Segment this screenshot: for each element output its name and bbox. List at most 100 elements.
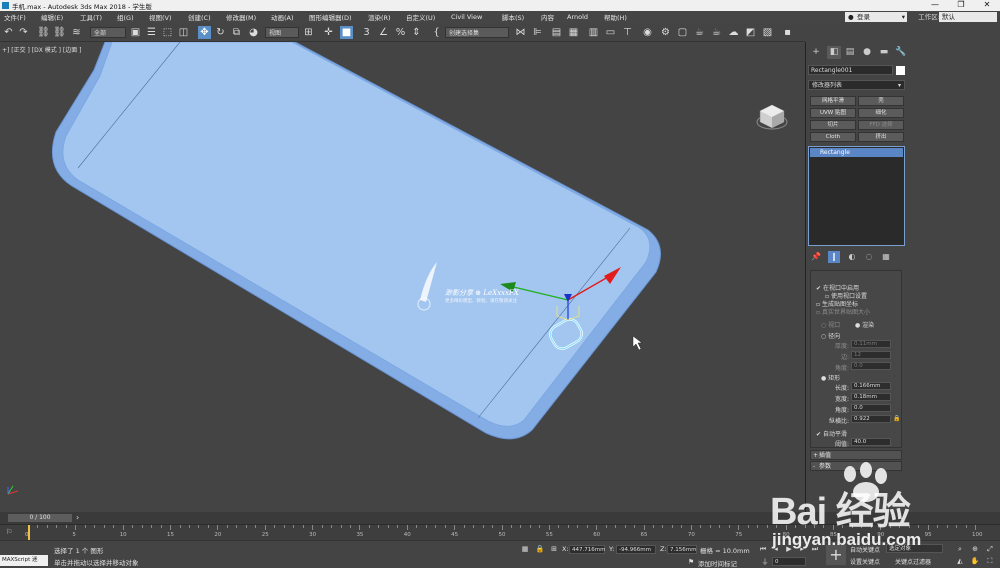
edit-named-selection-icon[interactable]: { — [430, 26, 443, 39]
track-bar-filter-icon[interactable]: ⚐ — [6, 528, 12, 536]
absolute-mode-icon[interactable]: ⊞ — [549, 544, 559, 554]
rendered-frame-window-icon[interactable]: ▢ — [676, 26, 689, 39]
modifier-list-dropdown[interactable]: 修改器列表 ▾ — [808, 80, 905, 90]
snaps-toggle-icon[interactable]: 3 — [360, 26, 373, 39]
menu-file[interactable]: 文件(F) — [4, 12, 26, 22]
length-spinner[interactable]: 0.166mm — [851, 382, 891, 390]
rectangular-radio[interactable]: ● 矩形 — [821, 373, 840, 382]
toolbar-options-icon[interactable]: ▪ — [781, 26, 794, 39]
select-and-place-icon[interactable]: ◕ — [247, 26, 260, 39]
select-object-icon[interactable]: ▣ — [129, 26, 142, 39]
lock-aspect-icon[interactable]: 🔒 — [893, 415, 900, 422]
reference-coordinate-dropdown[interactable]: 视图 — [265, 27, 299, 38]
window-crossing-icon[interactable]: ◫ — [177, 26, 190, 39]
menu-create[interactable]: 创建(C) — [188, 12, 211, 22]
pin-stack-icon[interactable]: 📌 — [810, 251, 822, 263]
named-selection-dropdown[interactable]: 创建选择集 — [445, 27, 509, 38]
remove-modifier-icon[interactable]: ◌ — [863, 251, 875, 263]
modifier-stack[interactable]: Rectangle — [808, 146, 905, 246]
interpolation-rollout-header[interactable]: + 插值 — [810, 450, 902, 460]
motion-tab-icon[interactable]: ● — [860, 46, 874, 59]
modifier-button-slice[interactable]: 切片 — [810, 120, 856, 130]
width-spinner[interactable]: 0.18mm — [851, 393, 891, 401]
link-icon[interactable]: ⛓ — [37, 26, 50, 39]
create-tab-icon[interactable]: + — [809, 46, 823, 59]
align-icon[interactable]: ⊫ — [531, 26, 544, 39]
render-production-icon[interactable]: ☕ — [693, 26, 706, 39]
render-a360-icon[interactable]: ◩ — [744, 26, 757, 39]
perspective-viewport[interactable]: 渺影分享 ⊕ LeXxxxFX 更多精彩模型、教程，请在敬请关注 +] [正交 … — [0, 42, 805, 512]
make-unique-icon[interactable]: ◐ — [846, 251, 858, 263]
curve-editor-icon[interactable]: ▭ — [604, 26, 617, 39]
isolate-selection-icon[interactable]: ▦ — [520, 544, 530, 554]
menu-edit[interactable]: 编辑(E) — [41, 12, 63, 22]
threshold-spinner[interactable]: 40.0 — [851, 438, 891, 446]
time-slider-next-icon[interactable]: › — [76, 513, 79, 522]
utilities-tab-icon[interactable]: 🔧 — [894, 46, 908, 59]
modifier-button-tessellate[interactable]: 细化 — [858, 108, 904, 118]
sign-in-dropdown[interactable]: ● 登录 ▾ — [845, 12, 907, 22]
menu-rendering[interactable]: 渲染(R) — [368, 12, 391, 22]
renderer-radio[interactable]: ● 渲染 — [855, 320, 874, 329]
viewcube-icon[interactable] — [755, 100, 789, 134]
layer-explorer-icon[interactable]: ▦ — [567, 26, 580, 39]
modifier-button-uvw-map[interactable]: UVW 贴图 — [810, 108, 856, 118]
show-end-result-icon[interactable]: ❙ — [828, 251, 840, 263]
menu-views[interactable]: 视图(V) — [149, 12, 172, 22]
redo-icon[interactable]: ↷ — [17, 26, 30, 39]
maxscript-listener[interactable]: MAXScript 迷 — [0, 555, 48, 566]
close-button[interactable]: ✕ — [974, 0, 1000, 11]
menu-content[interactable]: 内容 — [541, 12, 554, 22]
workspace-select[interactable]: 默认 — [939, 12, 997, 22]
modifier-button-cloth[interactable]: Cloth — [810, 132, 856, 142]
material-editor-icon[interactable]: ◉ — [641, 26, 654, 39]
time-slider-thumb[interactable]: 0 / 100 — [8, 514, 72, 522]
manipulate-icon[interactable]: ✛ — [322, 26, 335, 39]
selection-filter-dropdown[interactable]: 全部 — [90, 27, 126, 38]
menu-help[interactable]: 帮助(H) — [604, 12, 627, 22]
y-coordinate-field[interactable]: -94.966mm — [616, 545, 656, 554]
render-setup-icon[interactable]: ⚙ — [659, 26, 672, 39]
hierarchy-tab-icon[interactable]: ▤ — [843, 46, 857, 59]
modifier-button-meshsmooth[interactable]: 网格平滑 — [810, 96, 856, 106]
angle2-spinner[interactable]: 0.0 — [851, 404, 891, 412]
menu-graph-editors[interactable]: 图形编辑器(D) — [309, 12, 352, 22]
spinner-snap-icon[interactable]: ⇕ — [410, 26, 423, 39]
undo-icon[interactable]: ↶ — [2, 26, 15, 39]
select-and-move-icon[interactable]: ✥ — [198, 26, 211, 39]
unlink-icon[interactable]: ⛓ — [53, 26, 66, 39]
viewport-label[interactable]: +] [正交 ] [DX 模式 ] [边面 ] — [2, 45, 82, 54]
time-tag-icon[interactable]: ⚑ — [686, 557, 696, 567]
stack-item-rectangle[interactable]: Rectangle — [810, 148, 903, 157]
bind-space-warp-icon[interactable]: ≋ — [70, 26, 83, 39]
object-color-swatch[interactable] — [896, 66, 905, 75]
object-name-field[interactable]: Rectangle001 — [808, 65, 893, 75]
z-coordinate-field[interactable]: 7.156mm — [667, 545, 697, 554]
modifier-button-extrude[interactable]: 挤出 — [858, 132, 904, 142]
render-iterative-icon[interactable]: ☕ — [710, 26, 723, 39]
percent-snap-icon[interactable]: % — [394, 26, 407, 39]
ribbon-icon[interactable]: ▥ — [587, 26, 600, 39]
select-by-name-icon[interactable]: ☰ — [145, 26, 158, 39]
keyboard-shortcut-override-icon[interactable]: ■ — [340, 26, 353, 39]
mirror-icon[interactable]: ⋈ — [514, 26, 527, 39]
aspect-spinner[interactable]: 0.922 — [851, 415, 891, 423]
select-and-scale-icon[interactable]: ⧉ — [230, 26, 243, 39]
angle-snap-icon[interactable]: ∠ — [377, 26, 390, 39]
render-gallery-icon[interactable]: ▧ — [761, 26, 774, 39]
menu-customize[interactable]: 自定义(U) — [406, 12, 435, 22]
scene-explorer-icon[interactable]: ▤ — [550, 26, 563, 39]
modify-tab-icon[interactable]: ◧ — [827, 46, 841, 59]
menu-civil-view[interactable]: Civil View — [451, 13, 482, 21]
maximize-button[interactable]: ❐ — [948, 0, 974, 11]
radial-radio[interactable]: ○ 径向 — [821, 331, 840, 340]
render-cloud-icon[interactable]: ☁ — [727, 26, 740, 39]
x-coordinate-field[interactable]: 447.716mm — [569, 545, 605, 554]
menu-scripting[interactable]: 脚本(S) — [502, 12, 524, 22]
modifier-button-shell[interactable]: 壳 — [858, 96, 904, 106]
add-time-tag[interactable]: 添加时间标记 — [698, 558, 737, 568]
select-and-rotate-icon[interactable]: ↻ — [214, 26, 227, 39]
menu-modifiers[interactable]: 修改器(M) — [226, 12, 256, 22]
display-tab-icon[interactable]: ▬ — [877, 46, 891, 59]
menu-tools[interactable]: 工具(T) — [80, 12, 102, 22]
